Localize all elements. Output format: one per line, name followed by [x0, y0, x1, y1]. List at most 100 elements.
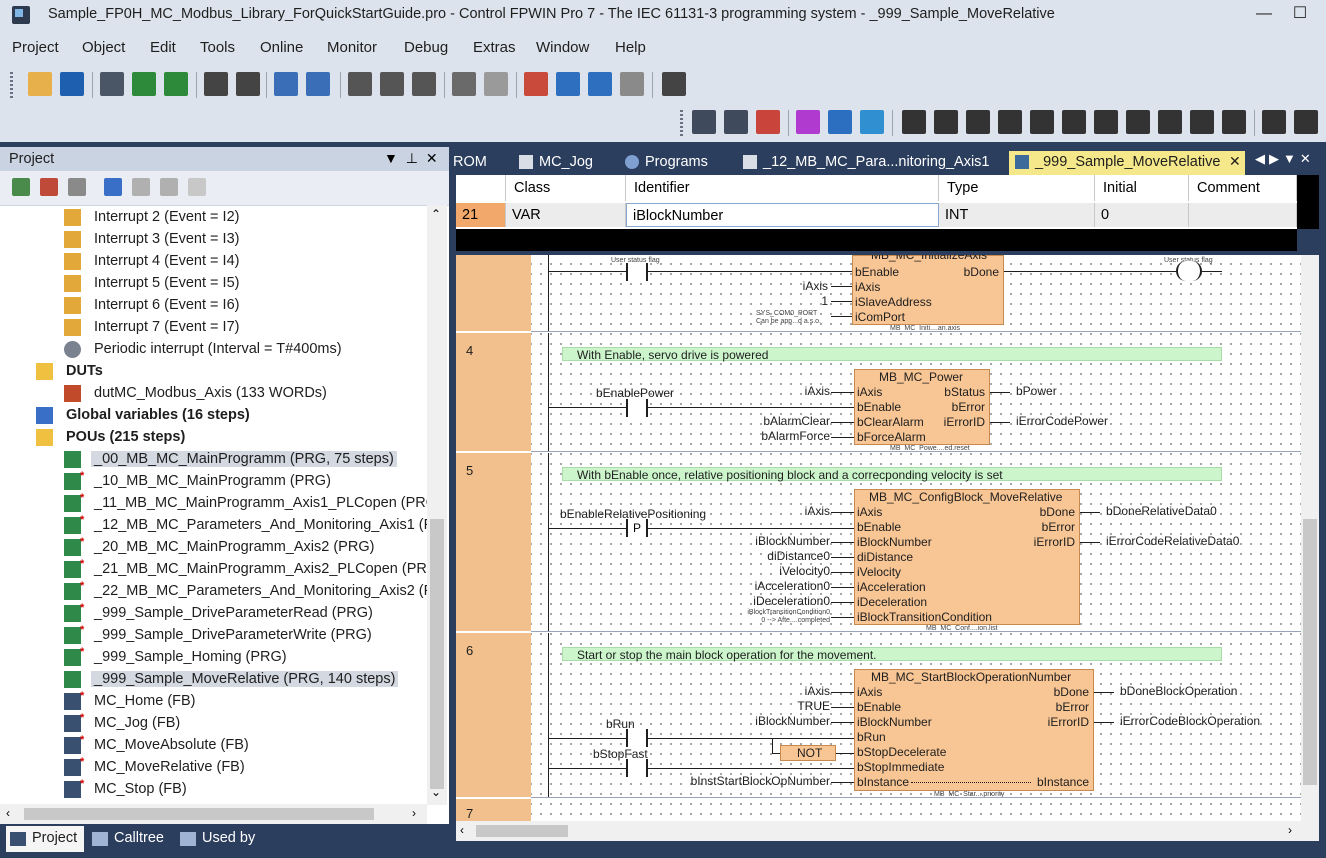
coil-icon[interactable]	[1062, 110, 1086, 134]
tree-item[interactable]: _999_Sample_MoveRelative (PRG, 140 steps…	[0, 668, 427, 690]
contact-nc-icon[interactable]	[1030, 110, 1054, 134]
var-icon[interactable]	[1126, 110, 1150, 134]
col-identifier[interactable]: Identifier	[626, 175, 939, 201]
delete-row-icon[interactable]	[756, 110, 780, 134]
plc-icon[interactable]	[662, 72, 686, 96]
ladder-hscrollbar[interactable]: ‹ ›	[456, 821, 1319, 841]
doc-copy-icon[interactable]	[160, 178, 178, 196]
network-comment[interactable]: With bEnable once, relative positioning …	[562, 467, 1222, 482]
network-add-icon[interactable]	[588, 72, 612, 96]
coil-set-icon[interactable]	[1094, 110, 1118, 134]
branch-icon[interactable]	[1262, 110, 1286, 134]
find-icon[interactable]	[274, 72, 298, 96]
paste-icon[interactable]	[412, 72, 436, 96]
ladder-scrollbar[interactable]	[1301, 255, 1319, 821]
cell-comment[interactable]	[1189, 203, 1297, 227]
open-icon[interactable]	[28, 72, 52, 96]
col-comment[interactable]: Comment	[1189, 175, 1297, 201]
cell-identifier[interactable]: iBlockNumber	[626, 203, 939, 227]
contact-enable-power[interactable]	[626, 399, 648, 417]
check-icon[interactable]	[524, 72, 548, 96]
fb-config-block-move-relative[interactable]: MB_MC_ConfigBlock_MoveRelative iAxis bEn…	[854, 489, 1080, 625]
parallel-icon[interactable]	[1294, 110, 1318, 134]
tree-item[interactable]: * _999_Sample_DriveParameterWrite (PRG)	[0, 624, 427, 646]
menu-help[interactable]: Help	[615, 39, 646, 56]
minimize-button[interactable]: —	[1254, 4, 1274, 24]
cut-icon[interactable]	[348, 72, 372, 96]
grid-icon[interactable]	[620, 72, 644, 96]
tab-parameters-monitoring[interactable]: _12_MB_MC_Para...nitoring_Axis1	[739, 151, 991, 175]
tree-item[interactable]: Interrupt 2 (Event = I2)	[0, 206, 427, 228]
line-icon[interactable]	[902, 110, 926, 134]
collapse-icon[interactable]	[40, 178, 58, 196]
col-type[interactable]: Type	[939, 175, 1095, 201]
toolbar-grip[interactable]	[10, 72, 13, 98]
tree-item[interactable]: * MC_Home (FB)	[0, 690, 427, 712]
menu-edit[interactable]: Edit	[150, 39, 176, 56]
menu-online[interactable]: Online	[260, 39, 303, 56]
row-number[interactable]: 21	[456, 203, 506, 227]
menu-tools[interactable]: Tools	[200, 39, 235, 56]
contact-run[interactable]	[626, 729, 648, 747]
declaration-splitter[interactable]	[456, 229, 1297, 251]
menu-project[interactable]: Project	[12, 39, 59, 56]
tree-item[interactable]: POUs (215 steps)	[0, 426, 427, 448]
fb-initialize-axis[interactable]: MB_MC_InitializeAxis bEnable iAxis iSlav…	[852, 255, 1004, 325]
end-icon[interactable]	[966, 110, 990, 134]
tree-item[interactable]: * _999_Sample_Homing (PRG)	[0, 646, 427, 668]
variable-icon[interactable]	[796, 110, 820, 134]
library-icon[interactable]	[104, 178, 122, 196]
tree-item[interactable]: Interrupt 6 (Event = I6)	[0, 294, 427, 316]
tree-item[interactable]: * _10_MB_MC_MainProgramm (PRG)	[0, 470, 427, 492]
menu-monitor[interactable]: Monitor	[327, 39, 377, 56]
col-class[interactable]: Class	[506, 175, 626, 201]
tree-item[interactable]: * _21_MB_MC_MainProgramm_Axis2_PLCopen (P…	[0, 558, 427, 580]
cell-initial[interactable]: 0	[1095, 203, 1189, 227]
not-block[interactable]: NOT	[780, 745, 836, 761]
tab-programs[interactable]: Programs	[621, 151, 733, 175]
fb-start-block-operation[interactable]: MB_MC_StartBlockOperationNumber iAxis bE…	[854, 669, 1094, 791]
contact-positive-edge[interactable]: P	[626, 519, 648, 537]
network-icon[interactable]	[556, 72, 580, 96]
tree-item[interactable]: * MC_Jog (FB)	[0, 712, 427, 734]
menu-extras[interactable]: Extras	[473, 39, 516, 56]
tree-item[interactable]: * MC_MoveAbsolute (FB)	[0, 734, 427, 756]
replace-icon[interactable]	[306, 72, 330, 96]
fb-icon[interactable]	[860, 110, 884, 134]
close-tab-icon[interactable]: ✕	[1229, 153, 1241, 170]
contact[interactable]	[626, 263, 648, 281]
tree-item[interactable]: * _999_Sample_DriveParameterRead (PRG)	[0, 602, 427, 624]
insert-left-icon[interactable]	[692, 110, 716, 134]
tree-item[interactable]: dutMC_Modbus_Axis (133 WORDs)	[0, 382, 427, 404]
panel-controls[interactable]: ▼ ⊥ ✕	[384, 150, 440, 167]
tree-item[interactable]: * MC_MoveRelative (FB)	[0, 756, 427, 778]
tree-item[interactable]: * _22_MB_MC_Parameters_And_Monitoring_Axi…	[0, 580, 427, 602]
tree-hscrollbar[interactable]: ‹ ›	[0, 804, 427, 824]
network-3-gutter[interactable]	[456, 255, 531, 331]
tab-calltree[interactable]: Calltree	[88, 826, 172, 852]
contact-icon[interactable]	[998, 110, 1022, 134]
coil[interactable]	[1176, 261, 1202, 281]
tree-scrollbar[interactable]: ⌃ ⌄	[427, 205, 447, 805]
col-initial[interactable]: Initial	[1095, 175, 1189, 201]
network-comment[interactable]: Start or stop the main block operation f…	[562, 647, 1222, 662]
sort-icon[interactable]	[68, 178, 86, 196]
save-icon[interactable]	[60, 72, 84, 96]
menu-debug[interactable]: Debug	[404, 39, 448, 56]
compile-icon[interactable]	[100, 72, 124, 96]
comment-icon[interactable]	[1222, 110, 1246, 134]
download-icon[interactable]	[132, 72, 156, 96]
tab-rom[interactable]: ROM	[453, 151, 503, 175]
menu-object[interactable]: Object	[82, 39, 125, 56]
function-icon[interactable]	[828, 110, 852, 134]
cell-type[interactable]: INT	[939, 203, 1095, 227]
print-preview-icon[interactable]	[204, 72, 228, 96]
undo-icon[interactable]	[452, 72, 476, 96]
wire-icon[interactable]	[934, 110, 958, 134]
doc-icon[interactable]	[132, 178, 150, 196]
tab-mc-jog[interactable]: MC_Jog	[515, 151, 615, 175]
copy-icon[interactable]	[380, 72, 404, 96]
redo-icon[interactable]	[484, 72, 508, 96]
tree-item[interactable]: * _11_MB_MC_MainProgramm_Axis1_PLCopen (P…	[0, 492, 427, 514]
maximize-button[interactable]: ☐	[1290, 4, 1310, 24]
